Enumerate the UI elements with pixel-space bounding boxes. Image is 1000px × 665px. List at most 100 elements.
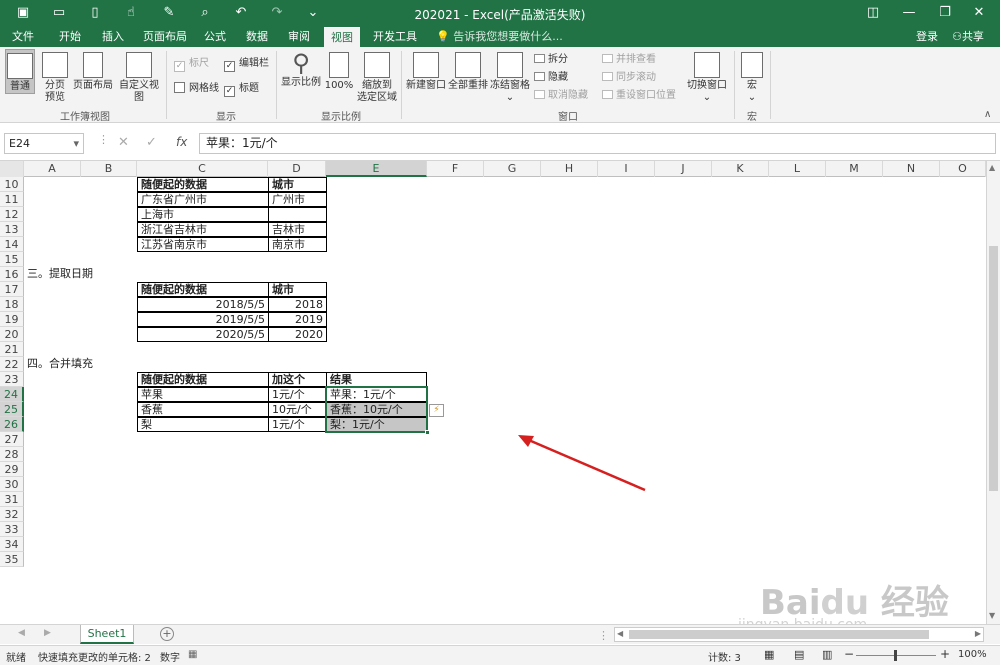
tab-view[interactable]: 视图 xyxy=(324,27,360,47)
column-header[interactable]: D xyxy=(268,161,326,177)
row-header[interactable]: 18 xyxy=(0,297,24,312)
row-header[interactable]: 14 xyxy=(0,237,24,252)
zoom-slider-thumb[interactable] xyxy=(894,650,897,661)
tab-insert[interactable]: 插入 xyxy=(96,27,130,47)
row-header[interactable]: 27 xyxy=(0,432,24,447)
row-header[interactable]: 24 xyxy=(0,387,24,402)
tell-me-box[interactable]: 💡 告诉我您想要做什么... xyxy=(436,27,563,47)
restore-icon[interactable]: ❐ xyxy=(934,3,956,23)
worksheet-grid[interactable]: 10 11 12 13 14 15 16 17 18 19 20 21 22 2… xyxy=(0,177,986,624)
table-cell[interactable]: 香蕉 xyxy=(137,402,269,417)
table-cell[interactable]: 2019 xyxy=(268,312,327,327)
row-header[interactable]: 30 xyxy=(0,477,24,492)
section-title[interactable]: 三。提取日期 xyxy=(24,267,137,282)
table-cell[interactable]: 1元/个 xyxy=(268,417,327,432)
add-sheet-icon[interactable]: + xyxy=(160,627,174,641)
table-cell[interactable]: 吉林市 xyxy=(268,222,327,237)
column-header[interactable]: H xyxy=(541,161,598,177)
column-header[interactable]: N xyxy=(883,161,940,177)
ruler-checkbox[interactable]: ✓ 标尺 xyxy=(174,57,209,72)
column-header[interactable]: I xyxy=(598,161,655,177)
headings-checkbox[interactable]: ✓ 标题 xyxy=(224,82,259,97)
fill-handle[interactable] xyxy=(425,430,430,435)
select-all-corner[interactable] xyxy=(0,161,24,177)
normal-view-button[interactable]: 普通 xyxy=(5,49,35,94)
row-header[interactable]: 22 xyxy=(0,357,24,372)
column-header[interactable]: G xyxy=(484,161,541,177)
section-title[interactable]: 四。合并填充 xyxy=(24,357,137,372)
sheet-tab[interactable]: Sheet1 xyxy=(80,625,134,644)
collapse-ribbon-icon[interactable]: ∧ xyxy=(984,109,991,120)
row-header[interactable]: 33 xyxy=(0,522,24,537)
table-header-cell[interactable]: 随便起的数据 xyxy=(137,177,269,192)
column-header[interactable]: A xyxy=(24,161,81,177)
zoom-in-icon[interactable]: + xyxy=(940,647,950,661)
unhide-button[interactable]: 取消隐藏 xyxy=(534,89,588,103)
table-cell[interactable]: 广东省广州市 xyxy=(137,192,269,207)
column-header[interactable]: O xyxy=(940,161,986,177)
scrollbar-thumb[interactable] xyxy=(989,246,998,491)
tab-review[interactable]: 审阅 xyxy=(282,27,316,47)
row-header[interactable]: 10 xyxy=(0,177,24,192)
tab-file[interactable]: 文件 xyxy=(6,27,40,47)
next-sheet-icon[interactable]: ▶ xyxy=(44,628,51,638)
login-button[interactable]: 登录 xyxy=(910,27,944,47)
row-header[interactable]: 25 xyxy=(0,402,24,417)
row-header[interactable]: 20 xyxy=(0,327,24,342)
table-cell[interactable]: 2018/5/5 xyxy=(137,297,269,312)
scroll-down-icon[interactable]: ▼ xyxy=(989,611,995,620)
column-header[interactable]: E xyxy=(326,161,427,177)
table-cell[interactable]: 2020/5/5 xyxy=(137,327,269,342)
table-header-cell[interactable]: 城市 xyxy=(268,177,327,192)
column-header[interactable]: F xyxy=(427,161,484,177)
row-header[interactable]: 29 xyxy=(0,462,24,477)
tab-data[interactable]: 数据 xyxy=(240,27,274,47)
cancel-icon[interactable]: ✕ xyxy=(118,135,129,150)
table-cell[interactable]: 2018 xyxy=(268,297,327,312)
close-icon[interactable]: ✕ xyxy=(968,3,990,23)
row-header[interactable]: 21 xyxy=(0,342,24,357)
column-header[interactable]: M xyxy=(826,161,883,177)
custom-views-button[interactable]: 自定义视图 xyxy=(115,49,163,103)
table-cell[interactable]: 2020 xyxy=(268,327,327,342)
horizontal-scrollbar-thumb[interactable] xyxy=(629,630,929,639)
prev-sheet-icon[interactable]: ◀ xyxy=(18,628,25,638)
name-box[interactable]: E24 ▾ xyxy=(4,133,84,154)
tab-developer[interactable]: 开发工具 xyxy=(368,27,422,47)
minimize-icon[interactable]: — xyxy=(898,3,920,23)
horizontal-scrollbar[interactable]: ◀ ▶ xyxy=(614,627,984,642)
hide-button[interactable]: 隐藏 xyxy=(534,71,568,85)
table-cell[interactable]: 广州市 xyxy=(268,192,327,207)
zoom-selection-button[interactable]: 缩放到 选定区域 xyxy=(356,49,398,105)
split-button[interactable]: 拆分 xyxy=(534,53,568,67)
scroll-right-icon[interactable]: ▶ xyxy=(975,629,981,638)
row-header[interactable]: 12 xyxy=(0,207,24,222)
view-side-by-side-button[interactable]: 并排查看 xyxy=(602,53,656,67)
table-cell[interactable]: 梨 xyxy=(137,417,269,432)
tab-split-handle[interactable]: ⋮ xyxy=(598,629,609,642)
row-header[interactable]: 34 xyxy=(0,537,24,552)
reset-window-button[interactable]: 重设窗口位置 xyxy=(602,89,676,103)
row-header[interactable]: 17 xyxy=(0,282,24,297)
zoom-level[interactable]: 100% xyxy=(958,649,987,660)
table-header-cell[interactable]: 随便起的数据 xyxy=(137,372,269,387)
row-header[interactable]: 32 xyxy=(0,507,24,522)
share-button[interactable]: ⚇共享 xyxy=(946,27,990,47)
column-header[interactable]: C xyxy=(137,161,268,177)
column-header[interactable]: K xyxy=(712,161,769,177)
table-header-cell[interactable]: 城市 xyxy=(268,282,327,297)
row-header[interactable]: 16 xyxy=(0,267,24,282)
row-header[interactable]: 31 xyxy=(0,492,24,507)
row-header[interactable]: 23 xyxy=(0,372,24,387)
vertical-scrollbar[interactable]: ▲ ▼ xyxy=(986,161,1000,624)
page-layout-icon[interactable]: ▤ xyxy=(794,648,804,661)
zoom-button[interactable]: ⚲ 显示比例 xyxy=(280,49,322,94)
ribbon-display-icon[interactable]: ◫ xyxy=(862,3,884,23)
row-header[interactable]: 13 xyxy=(0,222,24,237)
page-break-preview-button[interactable]: 分页 预览 xyxy=(40,49,70,105)
record-macro-icon[interactable]: ▦ xyxy=(188,649,197,660)
row-header[interactable]: 28 xyxy=(0,447,24,462)
zoom-100-button[interactable]: 100% xyxy=(324,49,354,94)
gridlines-checkbox[interactable]: 网格线 xyxy=(174,82,219,96)
page-layout-view-button[interactable]: 页面布局 xyxy=(72,49,114,94)
